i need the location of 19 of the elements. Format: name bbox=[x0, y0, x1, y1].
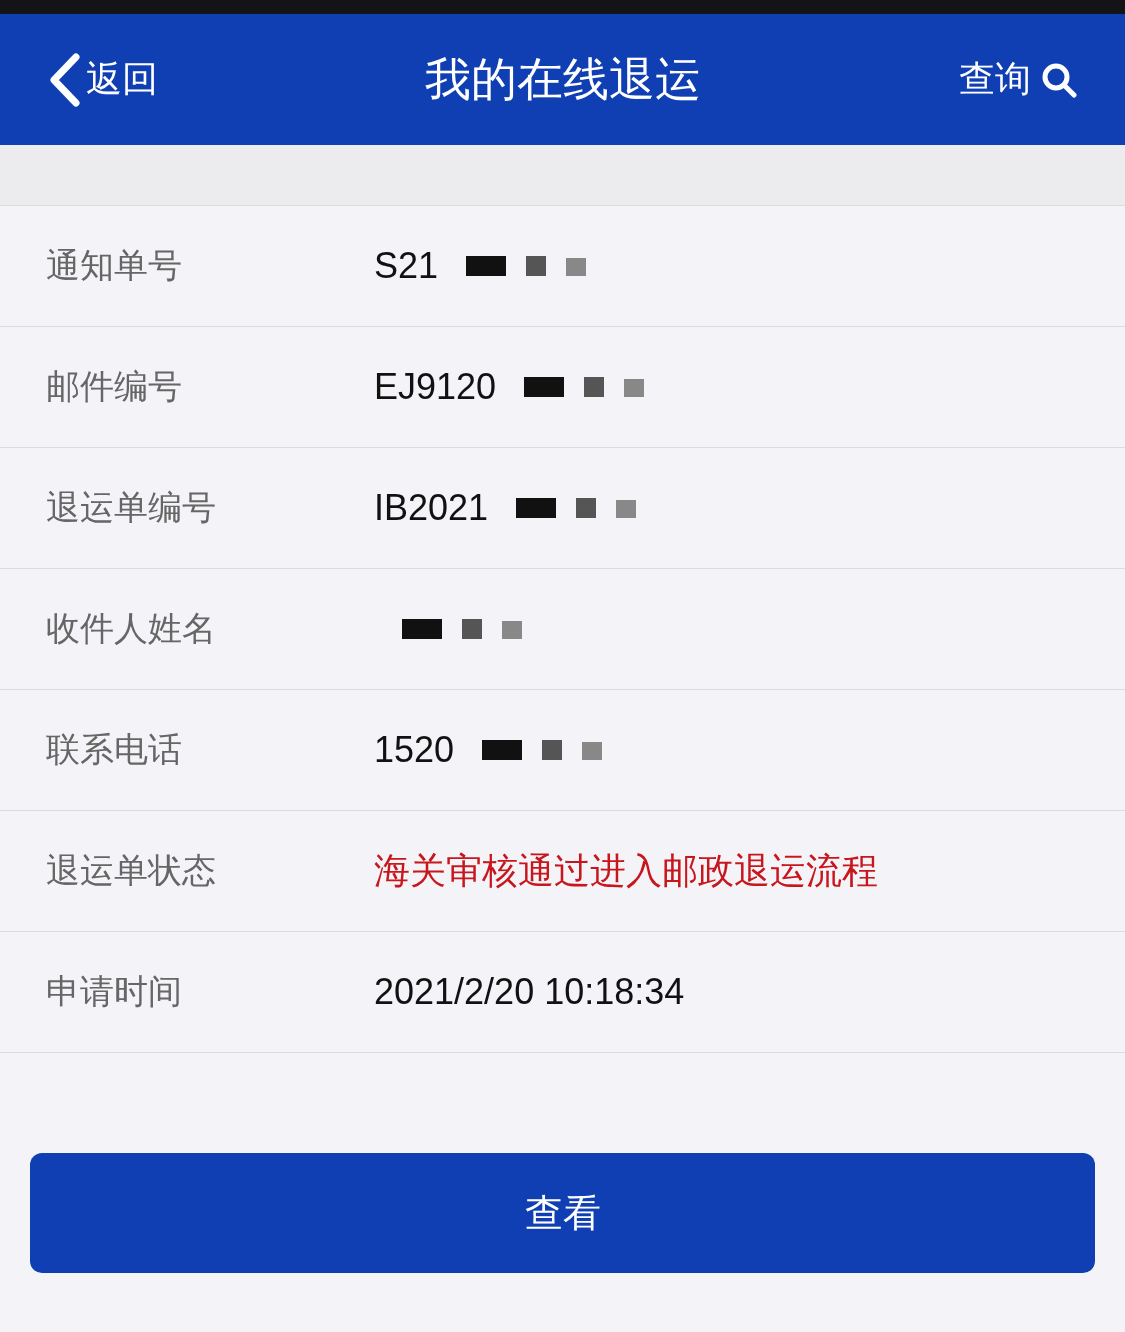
field-label: 退运单编号 bbox=[46, 486, 217, 529]
back-button[interactable]: 返回 bbox=[48, 52, 158, 107]
query-button[interactable]: 查询 bbox=[959, 55, 1077, 104]
field-label: 退运单状态 bbox=[46, 849, 217, 892]
search-icon bbox=[1041, 61, 1077, 98]
field-value: IB2021 bbox=[374, 487, 489, 529]
field-label: 邮件编号 bbox=[46, 365, 183, 408]
field-value: S21 bbox=[374, 245, 439, 287]
field-label: 申请时间 bbox=[46, 970, 183, 1013]
status-value: 海关审核通过进入邮政退运流程 bbox=[374, 848, 878, 893]
field-value: 2021/2/20 10:18:34 bbox=[374, 971, 685, 1013]
field-value: 1520 bbox=[374, 729, 455, 771]
chevron-left-icon bbox=[48, 52, 80, 107]
field-label: 收件人姓名 bbox=[46, 607, 217, 650]
field-label: 联系电话 bbox=[46, 728, 183, 771]
page-title: 我的在线退运 bbox=[424, 51, 701, 106]
field-label: 通知单号 bbox=[46, 244, 183, 287]
view-button[interactable]: 查看 bbox=[30, 1153, 1095, 1273]
field-value: EJ9120 bbox=[374, 366, 497, 408]
